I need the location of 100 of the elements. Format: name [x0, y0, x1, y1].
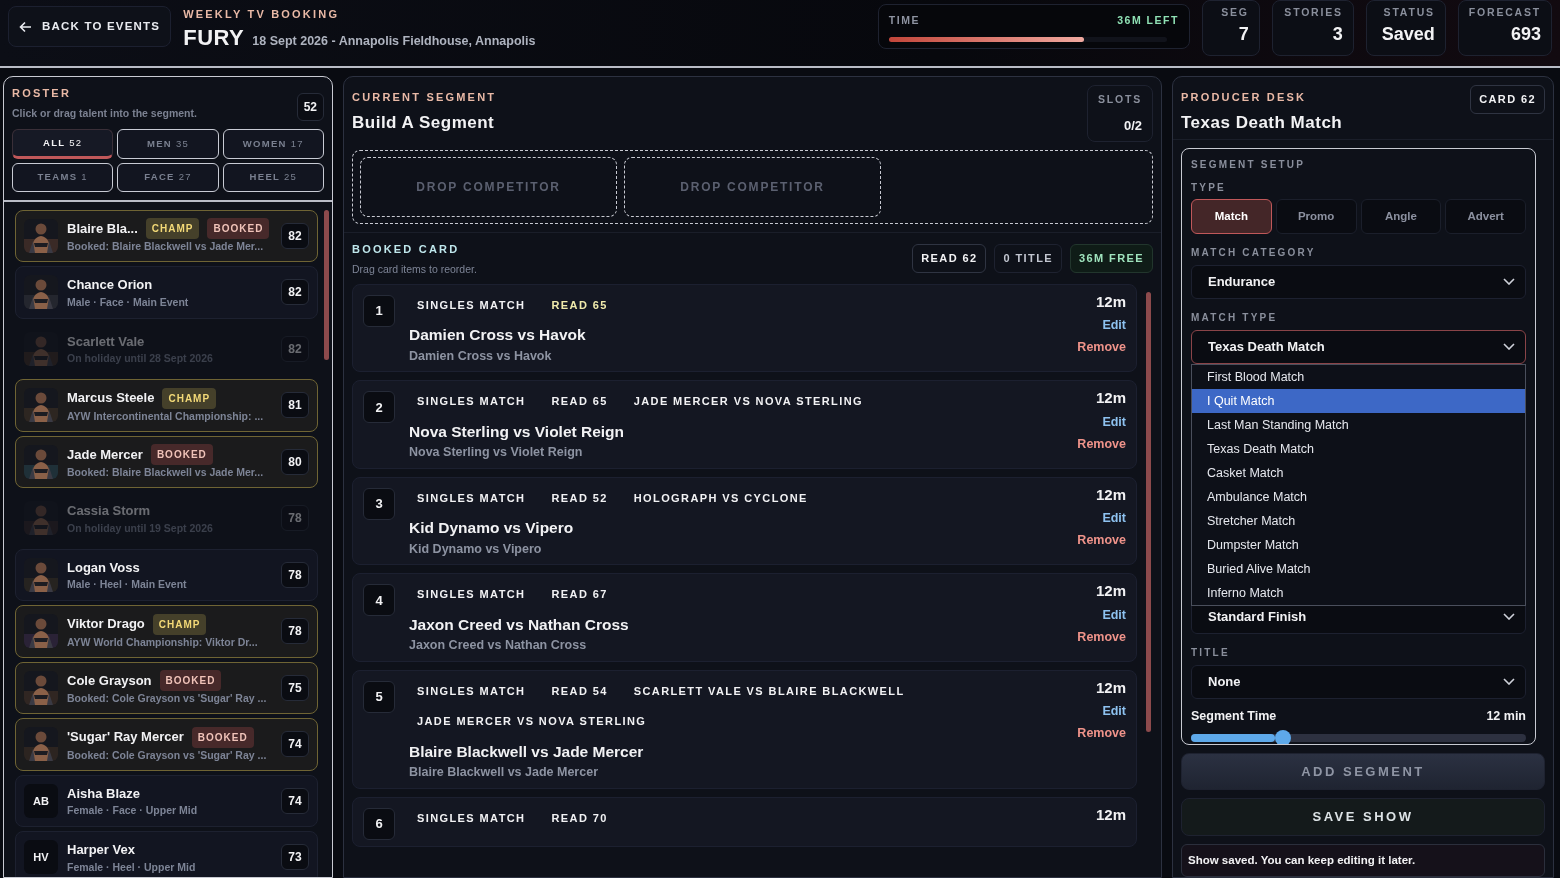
- remove-link[interactable]: Remove: [1077, 338, 1126, 357]
- talent-detail: Female · Face · Upper Mid: [67, 803, 199, 818]
- talent-card[interactable]: Chance Orion Male · Face · Main Event 82: [15, 266, 318, 319]
- card-item[interactable]: 2 SINGLES MATCH READ 65 JADE MERCER VS NOVA STERLING Nova Sterling vs Violet Reign Nova Sterling vs Violet Reign 12m Edit Remove: [352, 380, 1137, 469]
- card-item[interactable]: 4 SINGLES MATCH READ 67 Jaxon Creed vs Nathan Cross Jaxon Creed vs Nathan Cross 12m Edit Remove: [352, 573, 1137, 662]
- talent-card[interactable]: AB Aisha Blaze Female · Face · Upper Mid 74: [15, 774, 318, 827]
- dropdown-option[interactable]: Last Man Standing Match: [1192, 412, 1525, 437]
- dropdown-option[interactable]: Casket Match: [1192, 460, 1525, 485]
- scrollbar-thumb[interactable]: [1146, 291, 1151, 732]
- slider-reading: 12 min: [1486, 707, 1526, 725]
- talent-rating: 81: [281, 392, 309, 419]
- dropdown-option[interactable]: Dumpster Match: [1192, 532, 1525, 557]
- edit-link[interactable]: Edit: [1102, 605, 1126, 625]
- back-button[interactable]: BACK TO EVENTS: [8, 6, 172, 48]
- card-item[interactable]: 3 SINGLES MATCH READ 52 HOLOGRAPH VS CYCLONE Kid Dynamo vs Vipero Kid Dynamo vs Vipero 12m Edit Remove: [352, 476, 1137, 566]
- read-tag: READ 67: [543, 584, 616, 605]
- avatar-initials: HV: [24, 840, 58, 875]
- talent-rating: 74: [281, 787, 309, 814]
- remove-link[interactable]: Remove: [1077, 724, 1126, 743]
- talent-card[interactable]: Viktor Drago CHAMP AYW World Championship: Viktor Dr... 78: [15, 605, 318, 658]
- stat-label: FORECAST: [1468, 5, 1541, 20]
- edit-link[interactable]: Edit: [1102, 412, 1126, 432]
- segment-title: Build A Segment: [352, 113, 496, 131]
- talent-card[interactable]: Cole Grayson BOOKED Booked: Cole Grayson vs 'Sugar' Ray ... 75: [15, 661, 318, 714]
- dropdown-option[interactable]: First Blood Match: [1192, 364, 1525, 389]
- talent-detail: Female · Heel · Upper Mid: [67, 859, 197, 875]
- dropdown-option[interactable]: Stretcher Match: [1192, 508, 1525, 533]
- select-field[interactable]: None: [1191, 664, 1526, 699]
- read-tag: READ 65: [543, 391, 616, 412]
- select-field[interactable]: Endurance: [1191, 264, 1526, 299]
- talent-card[interactable]: Marcus Steele CHAMP AYW Intercontinental Championship: ... 81: [15, 379, 318, 432]
- arrow-left-icon: [19, 20, 32, 33]
- edit-link[interactable]: Edit: [1102, 509, 1126, 529]
- card-badge: CARD 62: [1470, 85, 1545, 114]
- dropdown-option[interactable]: I Quit Match: [1192, 388, 1525, 413]
- edit-link[interactable]: Edit: [1102, 702, 1126, 722]
- add-segment-button[interactable]: ADD SEGMENT: [1181, 752, 1545, 791]
- dropdown-option[interactable]: Buried Alive Match: [1192, 556, 1525, 581]
- summary-badge: READ 62: [912, 244, 987, 273]
- stat-label: STORIES: [1283, 5, 1343, 20]
- segment-type-tab[interactable]: Promo: [1275, 198, 1357, 234]
- talent-detail: Booked: Cole Grayson vs 'Sugar' Ray ...: [67, 747, 268, 762]
- item-number: 6: [363, 807, 395, 840]
- remove-link[interactable]: Remove: [1077, 531, 1126, 550]
- filter-tab[interactable]: TEAMS 1: [12, 163, 114, 192]
- card-item[interactable]: 5 SINGLES MATCH READ 54 SCARLETT VALE VS BLAIRE BLACKWELL JADE MERCER VS NOVA STERLING Blaire Blackwell vs Jade Mercer Blaire Blackwell vs Jade Mercer 12m Edit Remove: [352, 669, 1137, 789]
- match-title: Blaire Blackwell vs Jade Mercer: [409, 741, 645, 762]
- slider-label: Segment Time: [1191, 707, 1277, 725]
- filter-tab[interactable]: HEEL 25: [222, 163, 324, 192]
- time-label: TIME: [888, 13, 920, 28]
- status-tag: BOOKED: [159, 670, 222, 692]
- talent-rating: 78: [281, 505, 309, 532]
- champion-tag: CHAMP: [152, 613, 207, 635]
- summary-badge: 0 TITLE: [994, 244, 1062, 273]
- field-label: TITLE: [1191, 645, 1231, 660]
- filter-tab[interactable]: ALL 52: [12, 129, 114, 160]
- filter-tab[interactable]: FACE 27: [117, 163, 219, 192]
- storyline-tag: SCARLETT VALE VS BLAIRE BLACKWELL: [625, 680, 913, 702]
- talent-card[interactable]: 'Sugar' Ray Mercer BOOKED Booked: Cole Grayson vs 'Sugar' Ray ... 74: [15, 718, 318, 771]
- slider-handle[interactable]: [1274, 729, 1291, 744]
- match-title: Nova Sterling vs Violet Reign: [409, 421, 626, 442]
- filter-tab[interactable]: WOMEN 17: [222, 129, 324, 160]
- show-name: FURY: [183, 26, 245, 49]
- remove-link[interactable]: Remove: [1077, 627, 1126, 647]
- edit-link[interactable]: Edit: [1102, 316, 1126, 336]
- champion-tag: CHAMP: [145, 218, 200, 240]
- segment-type-tab[interactable]: Match: [1191, 198, 1272, 234]
- match-type-tag: SINGLES MATCH: [409, 391, 534, 412]
- segment-type-tab[interactable]: Angle: [1360, 198, 1442, 234]
- booked-card-hint: Drag card items to reorder.: [352, 261, 477, 276]
- talent-detail: Male · Face · Main Event: [67, 294, 190, 310]
- chevron-down-icon: [1503, 343, 1515, 351]
- booked-card-title: BOOKED CARD: [352, 242, 461, 258]
- chevron-down-icon: [1503, 678, 1515, 686]
- stat-value: 3: [1331, 22, 1343, 46]
- card-item[interactable]: 1 SINGLES MATCH READ 65 Damien Cross vs Havok Damien Cross vs Havok 12m Edit Remove: [352, 283, 1137, 373]
- talent-name: Viktor Drago: [67, 615, 145, 634]
- filter-tab[interactable]: MEN 35: [117, 129, 219, 160]
- match-type-tag: SINGLES MATCH: [409, 584, 534, 605]
- talent-detail: AYW World Championship: Viktor Dr...: [67, 634, 259, 649]
- match-time: 12m: [1095, 804, 1126, 825]
- segment-type-tab[interactable]: Advert: [1445, 198, 1526, 234]
- talent-card[interactable]: Logan Voss Male · Heel · Main Event 78: [15, 548, 318, 601]
- talent-name: Cole Grayson: [67, 671, 152, 690]
- talent-card[interactable]: Jade Mercer BOOKED Booked: Blaire Blackwell vs Jade Mer... 80: [15, 435, 318, 488]
- save-button[interactable]: SAVE SHOW: [1181, 798, 1545, 836]
- talent-detail: Booked: Cole Grayson vs 'Sugar' Ray ...: [67, 691, 268, 706]
- status-tag: BOOKED: [150, 444, 213, 466]
- select-field[interactable]: Texas Death Match: [1191, 329, 1526, 364]
- remove-link[interactable]: Remove: [1077, 434, 1126, 454]
- dropdown-option[interactable]: Ambulance Match: [1192, 484, 1525, 509]
- talent-name: Aisha Blaze: [67, 784, 140, 803]
- match-participants: Blaire Blackwell vs Jade Mercer: [409, 764, 599, 782]
- talent-card[interactable]: HV Harper Vex Female · Heel · Upper Mid 73: [15, 831, 318, 877]
- scrollbar-thumb[interactable]: [324, 209, 329, 360]
- talent-card[interactable]: Blaire Bla... CHAMP BOOKED Booked: Blaire Blackwell vs Jade Mer... 82: [15, 209, 318, 262]
- card-item[interactable]: 6 SINGLES MATCH READ 70 12m: [352, 796, 1137, 847]
- dropdown-option[interactable]: Texas Death Match: [1192, 436, 1525, 461]
- match-type-tag: SINGLES MATCH: [409, 294, 534, 316]
- talent-rating: 82: [281, 335, 309, 362]
